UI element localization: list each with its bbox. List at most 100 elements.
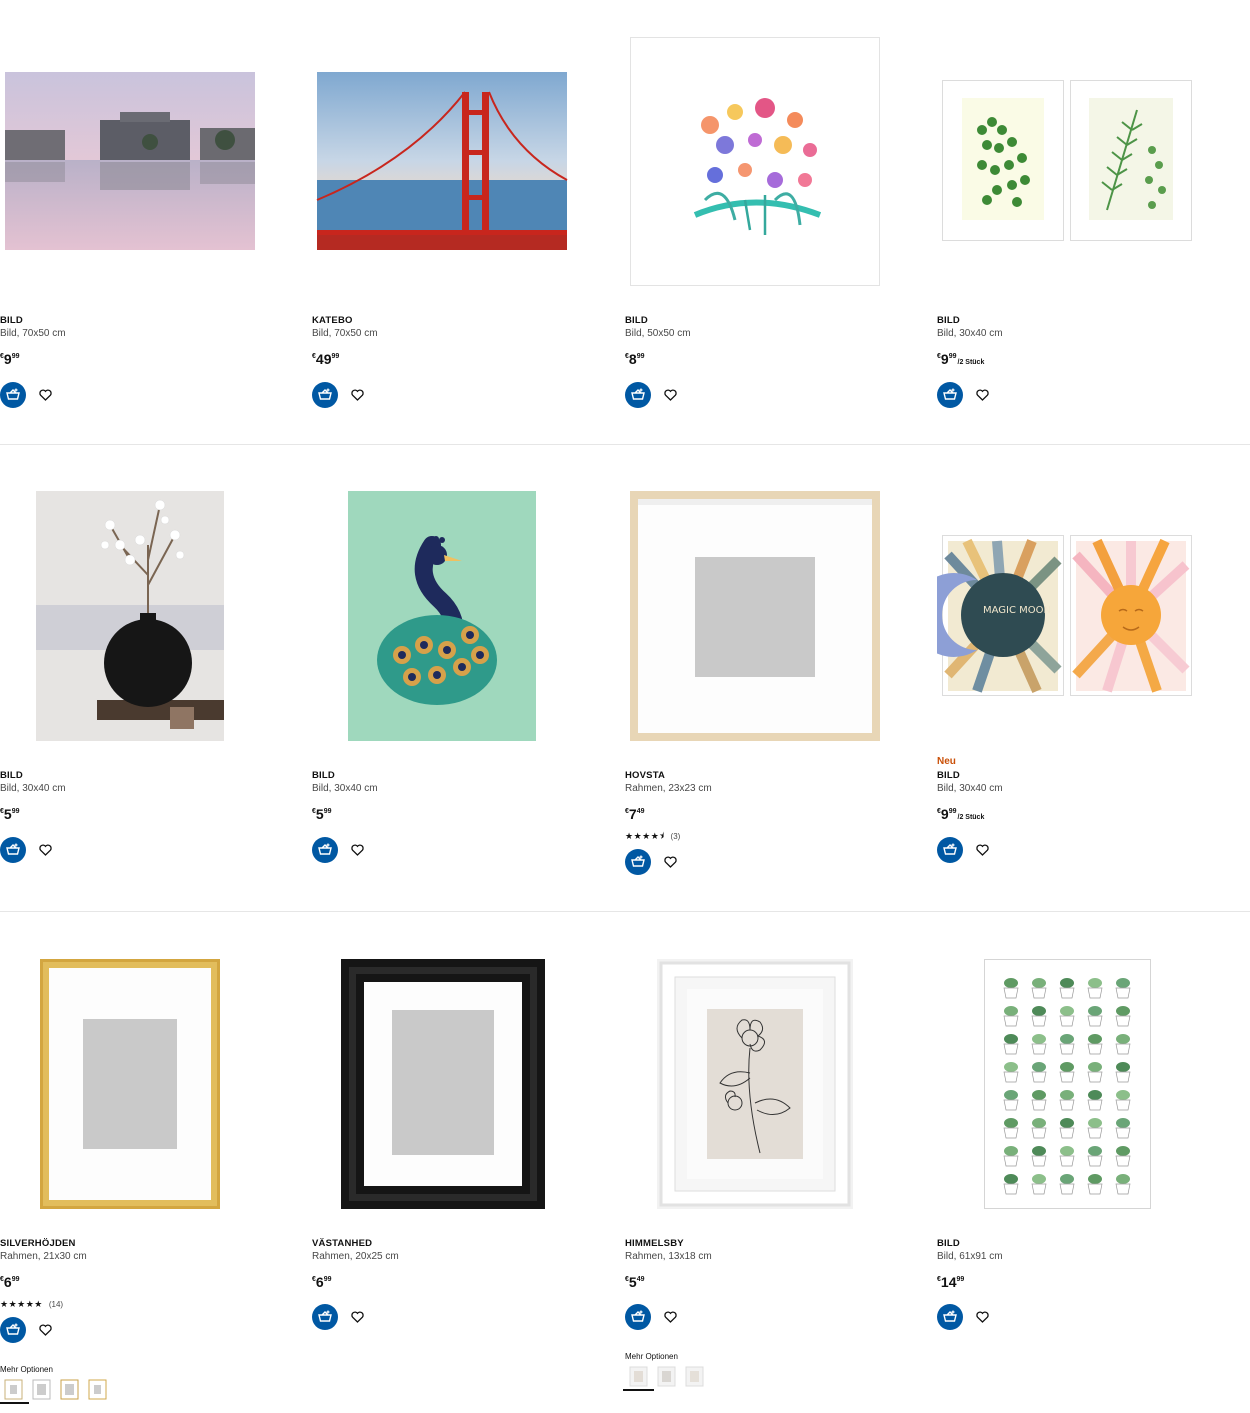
plant-pot-illustration xyxy=(1059,1146,1075,1167)
plant-pot-illustration xyxy=(1059,1118,1075,1139)
plant-pot-illustration xyxy=(1003,1090,1019,1111)
product-rating[interactable]: ★★★★★ (14) xyxy=(0,1298,300,1310)
product-name[interactable]: KATEBO xyxy=(312,314,612,327)
product-name[interactable]: HIMMELSBY xyxy=(625,1237,925,1250)
plant-pot-illustration xyxy=(1059,1062,1075,1083)
add-to-cart-button[interactable] xyxy=(937,382,963,408)
heart-icon xyxy=(350,1311,364,1323)
product-name[interactable]: BILD xyxy=(937,314,1237,327)
save-to-favorites-button[interactable] xyxy=(971,1306,993,1328)
product-description: Bild, 50x50 cm xyxy=(625,328,691,339)
product-image[interactable] xyxy=(0,953,260,1213)
product-image[interactable]: MAGIC MOON xyxy=(911,485,1197,745)
plant-pot-illustration xyxy=(1087,1006,1103,1027)
product-image[interactable] xyxy=(937,953,1197,1213)
save-to-favorites-button[interactable] xyxy=(659,851,681,873)
save-to-favorites-button[interactable] xyxy=(659,384,681,406)
product-image[interactable] xyxy=(0,30,260,290)
save-to-favorites-button[interactable] xyxy=(346,1306,368,1328)
plant-pot-illustration xyxy=(1087,1034,1103,1055)
product-image[interactable] xyxy=(312,953,572,1213)
product-image[interactable] xyxy=(312,30,572,290)
save-to-favorites-button[interactable] xyxy=(346,384,368,406)
product-image[interactable] xyxy=(0,485,260,745)
add-to-cart-icon xyxy=(6,843,20,855)
add-to-cart-button[interactable] xyxy=(0,382,26,408)
plant-pot-illustration xyxy=(1115,1174,1131,1195)
product-name[interactable]: BILD xyxy=(625,314,925,327)
product-name[interactable]: BILD xyxy=(937,1237,1237,1250)
plant-pot-illustration xyxy=(1031,1146,1047,1167)
product-description: Rahmen, 23x23 cm xyxy=(625,783,712,794)
product-image[interactable] xyxy=(625,953,885,1213)
variant-thumb[interactable] xyxy=(623,1366,654,1391)
plant-pot-illustration xyxy=(1003,1118,1019,1139)
add-to-cart-button[interactable] xyxy=(937,1304,963,1330)
product-price: €999/2 Stück xyxy=(937,351,985,367)
product-image[interactable] xyxy=(312,485,572,745)
product-description: Bild, 30x40 cm xyxy=(937,783,1003,794)
add-to-cart-button[interactable] xyxy=(625,849,651,875)
plant-pot-illustration xyxy=(1031,1006,1047,1027)
add-to-cart-button[interactable] xyxy=(0,1317,26,1343)
save-to-favorites-button[interactable] xyxy=(34,384,56,406)
save-to-favorites-button[interactable] xyxy=(346,839,368,861)
add-to-cart-button[interactable] xyxy=(312,382,338,408)
product-name[interactable]: SILVERHÖJDEN xyxy=(0,1237,300,1250)
product-description: Rahmen, 13x18 cm xyxy=(625,1251,712,1262)
heart-icon xyxy=(975,844,989,856)
plant-pot-illustration xyxy=(1031,1118,1047,1139)
add-to-cart-button[interactable] xyxy=(625,382,651,408)
rating-stars: ★★★★⯨ xyxy=(625,831,665,841)
product-price: €599 xyxy=(0,806,20,822)
plant-pot-illustration xyxy=(1031,1062,1047,1083)
product-price: €899 xyxy=(625,351,645,367)
plant-pot-illustration xyxy=(1003,1006,1019,1027)
add-to-cart-icon xyxy=(943,1310,957,1322)
product-name[interactable]: BILD xyxy=(0,769,300,782)
add-to-cart-button[interactable] xyxy=(937,837,963,863)
save-to-favorites-button[interactable] xyxy=(971,384,993,406)
add-to-cart-button[interactable] xyxy=(312,837,338,863)
product-rating[interactable]: ★★★★⯨ (3) xyxy=(625,830,925,842)
heart-icon xyxy=(350,844,364,856)
product-name[interactable]: BILD xyxy=(0,314,300,327)
variant-thumb[interactable] xyxy=(0,1379,29,1404)
variant-thumb[interactable] xyxy=(685,1366,704,1387)
variant-thumbnails xyxy=(0,1379,107,1404)
save-to-favorites-button[interactable] xyxy=(971,839,993,861)
product-image[interactable] xyxy=(625,30,885,290)
save-to-favorites-button[interactable] xyxy=(34,1319,56,1341)
product-price: €1499 xyxy=(937,1274,965,1290)
product-description: Bild, 30x40 cm xyxy=(312,783,378,794)
more-options: Mehr Optionen xyxy=(623,1352,704,1391)
add-to-cart-icon xyxy=(631,1310,645,1322)
new-badge: Neu xyxy=(937,756,956,767)
product-name[interactable]: BILD xyxy=(937,769,1237,782)
plant-pot-illustration xyxy=(1003,1062,1019,1083)
product-price: €999 xyxy=(0,351,20,367)
plant-pot-illustration xyxy=(1087,978,1103,999)
product-price: €549 xyxy=(625,1274,645,1290)
save-to-favorites-button[interactable] xyxy=(34,839,56,861)
add-to-cart-button[interactable] xyxy=(312,1304,338,1330)
plant-pot-illustration xyxy=(1003,978,1019,999)
plant-pot-illustration xyxy=(1115,1146,1131,1167)
product-name[interactable]: HOVSTA xyxy=(625,769,925,782)
add-to-cart-button[interactable] xyxy=(625,1304,651,1330)
product-name[interactable]: BILD xyxy=(312,769,612,782)
variant-thumb[interactable] xyxy=(88,1379,107,1400)
variant-thumb[interactable] xyxy=(60,1379,79,1400)
product-image[interactable] xyxy=(937,30,1197,290)
product-name[interactable]: VÄSTANHED xyxy=(312,1237,612,1250)
add-to-cart-icon xyxy=(318,843,332,855)
product-image[interactable] xyxy=(625,485,885,745)
variant-thumb[interactable] xyxy=(32,1379,51,1400)
plant-pot-illustration xyxy=(1115,1034,1131,1055)
product-price: €4999 xyxy=(312,351,340,367)
plant-pot-illustration xyxy=(1087,1090,1103,1111)
variant-thumb[interactable] xyxy=(657,1366,676,1387)
save-to-favorites-button[interactable] xyxy=(659,1306,681,1328)
heart-icon xyxy=(663,389,677,401)
add-to-cart-button[interactable] xyxy=(0,837,26,863)
